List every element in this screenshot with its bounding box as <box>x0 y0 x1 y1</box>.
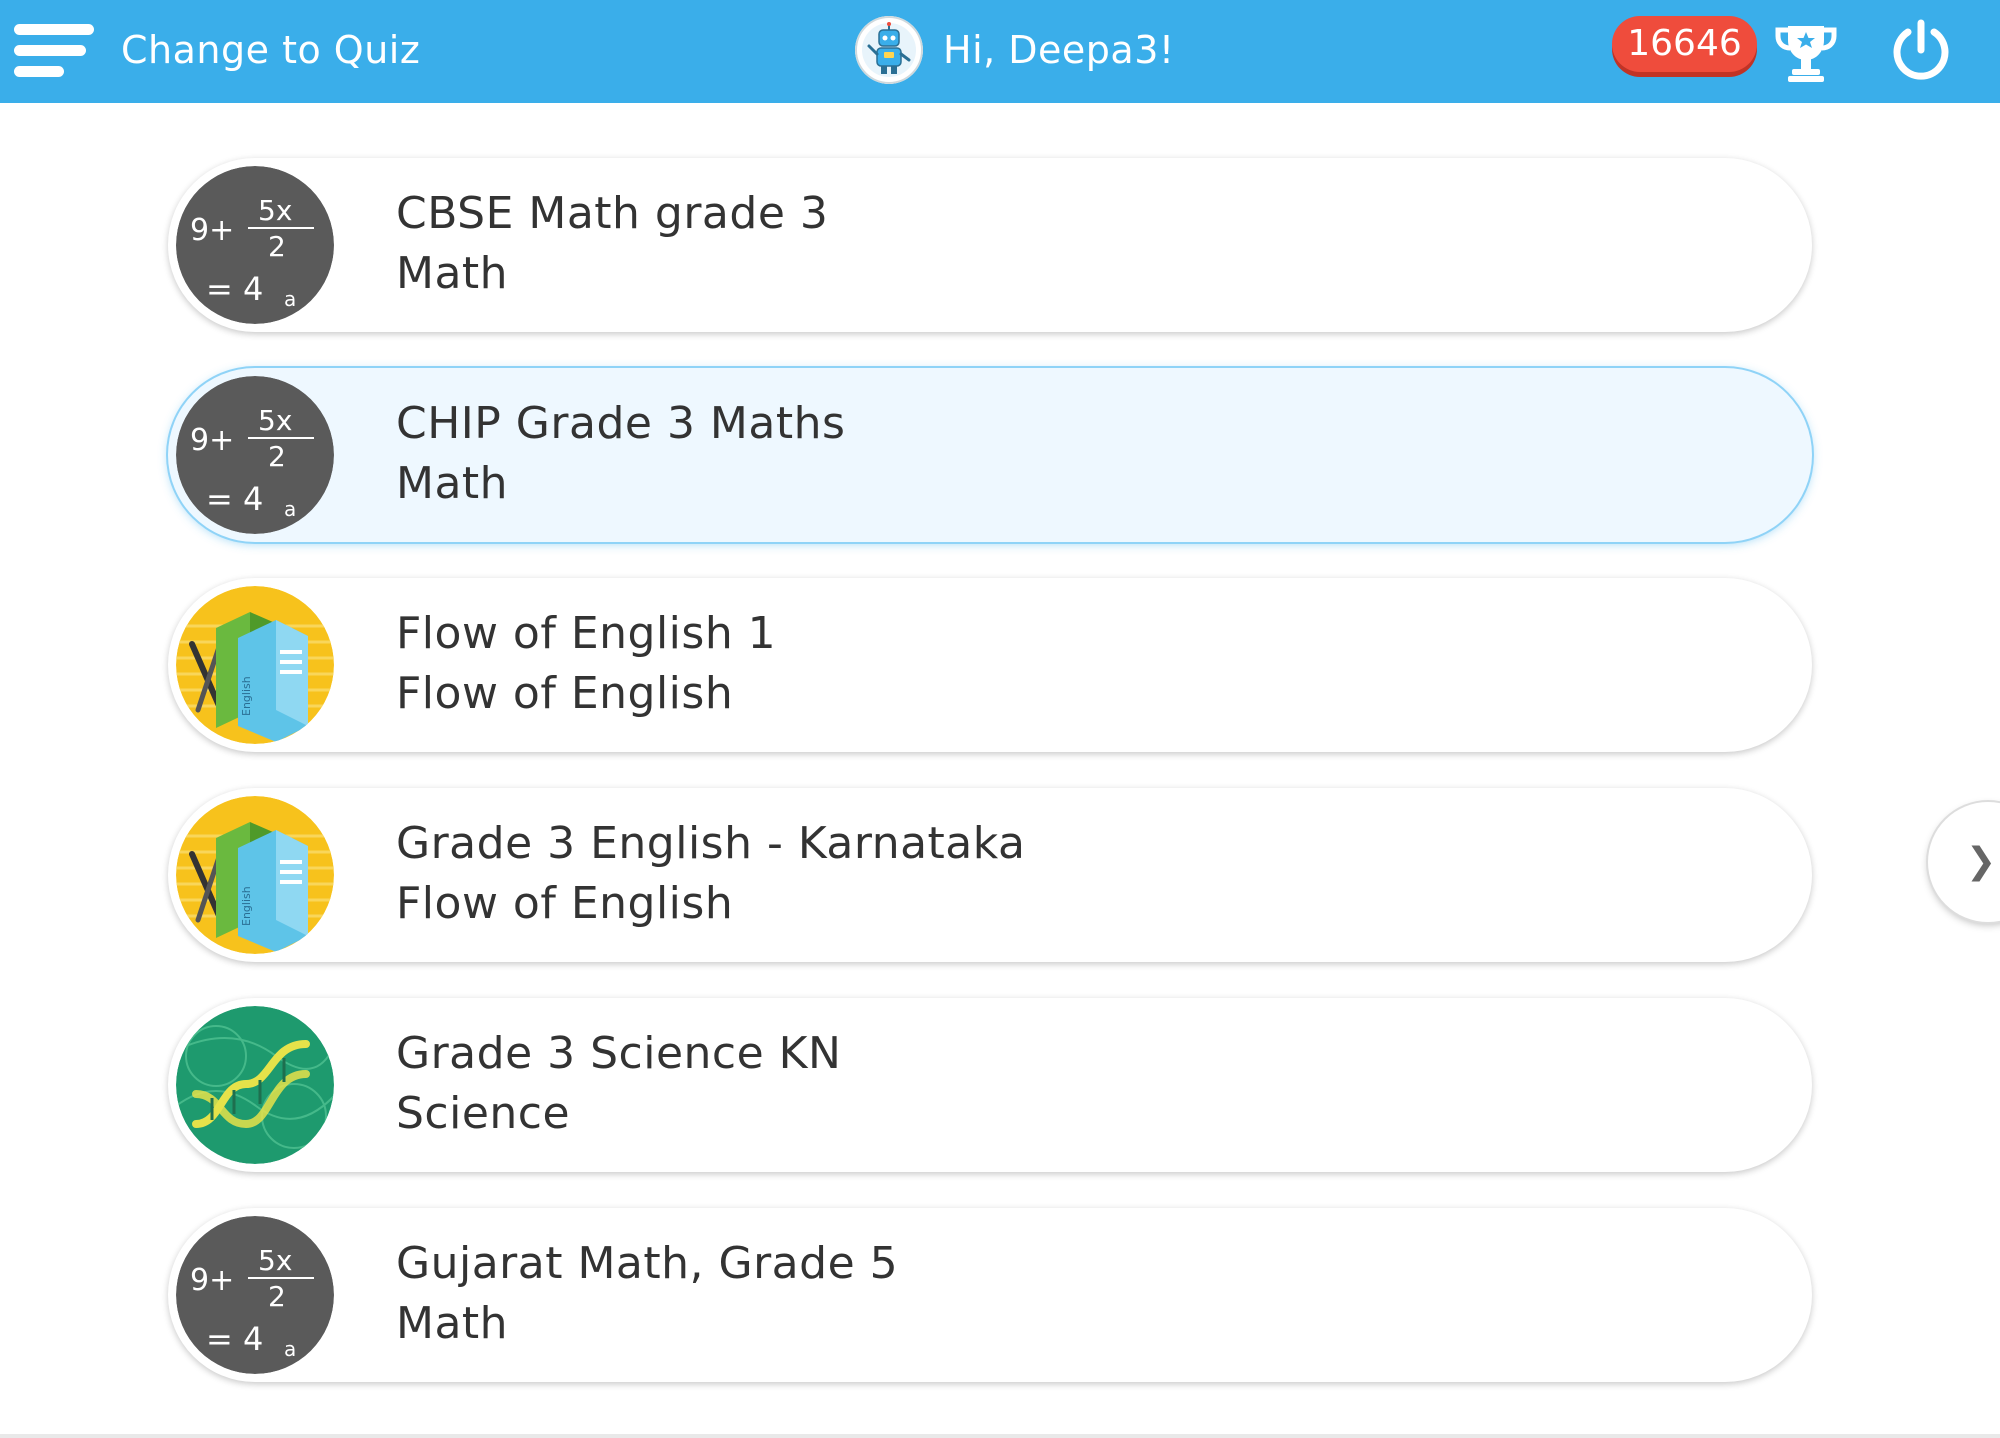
svg-text:a: a <box>284 287 296 311</box>
course-title: Grade 3 Science KN <box>396 1028 842 1079</box>
math-equation-icon: 9+ 5x 2 = 4 a <box>176 166 334 324</box>
english-books-icon: English <box>176 796 334 954</box>
course-card[interactable]: English Flow of English 1 Flow of Englis… <box>168 578 1812 752</box>
course-title: Gujarat Math, Grade 5 <box>396 1238 899 1289</box>
svg-text:5x: 5x <box>258 404 292 437</box>
bottom-divider <box>0 1434 2000 1438</box>
math-equation-icon: 9+ 5x 2 = 4 a <box>176 1216 334 1374</box>
next-page-button[interactable]: ❯ <box>1928 802 2000 922</box>
course-subject: Science <box>396 1088 571 1139</box>
course-subject: Math <box>396 1298 509 1349</box>
svg-text:2: 2 <box>268 1280 286 1313</box>
course-title: Flow of English 1 <box>396 608 777 659</box>
svg-text:a: a <box>284 1337 296 1361</box>
course-subject: Math <box>396 458 509 509</box>
svg-text:a: a <box>284 497 296 521</box>
svg-text:= 4: = 4 <box>206 1320 263 1358</box>
avatar[interactable] <box>855 16 923 84</box>
svg-text:9+: 9+ <box>190 1263 234 1298</box>
course-card[interactable]: 9+ 5x 2 = 4 a CHIP Grade 3 Maths Math <box>168 368 1812 542</box>
dna-science-icon <box>176 1006 334 1164</box>
course-title: CHIP Grade 3 Maths <box>396 398 846 449</box>
svg-text:2: 2 <box>268 230 286 263</box>
course-title: CBSE Math grade 3 <box>396 188 829 239</box>
svg-text:9+: 9+ <box>190 213 234 248</box>
svg-text:English: English <box>240 676 253 716</box>
greeting-text: Hi, Deepa3! <box>943 28 1175 72</box>
course-card[interactable]: English Grade 3 English - Karnataka Flow… <box>168 788 1812 962</box>
math-equation-icon: 9+ 5x 2 = 4 a <box>176 376 334 534</box>
svg-text:English: English <box>240 886 253 926</box>
change-to-quiz-link[interactable]: Change to Quiz <box>121 22 420 78</box>
top-bar: Change to Quiz Hi, Deepa3! 16646 <box>0 0 2000 103</box>
svg-text:2: 2 <box>268 440 286 473</box>
trophy-icon[interactable] <box>1772 18 1840 86</box>
english-books-icon: English <box>176 586 334 744</box>
svg-text:5x: 5x <box>258 1244 292 1277</box>
svg-text:= 4: = 4 <box>206 480 263 518</box>
course-subject: Math <box>396 248 509 299</box>
course-subject: Flow of English <box>396 878 734 929</box>
svg-text:5x: 5x <box>258 194 292 227</box>
robot-avatar-icon <box>855 16 923 84</box>
course-title: Grade 3 English - Karnataka <box>396 818 1026 869</box>
points-badge: 16646 <box>1612 16 1757 72</box>
svg-text:= 4: = 4 <box>206 270 263 308</box>
power-icon[interactable] <box>1888 18 1954 84</box>
course-card[interactable]: 9+ 5x 2 = 4 a Gujarat Math, Grade 5 Math <box>168 1208 1812 1382</box>
course-card[interactable]: Grade 3 Science KN Science <box>168 998 1812 1172</box>
course-subject: Flow of English <box>396 668 734 719</box>
chevron-right-icon: ❯ <box>1966 841 1997 882</box>
course-card[interactable]: 9+ 5x 2 = 4 a CBSE Math grade 3 Math <box>168 158 1812 332</box>
menu-icon[interactable] <box>14 22 94 78</box>
svg-text:9+: 9+ <box>190 423 234 458</box>
